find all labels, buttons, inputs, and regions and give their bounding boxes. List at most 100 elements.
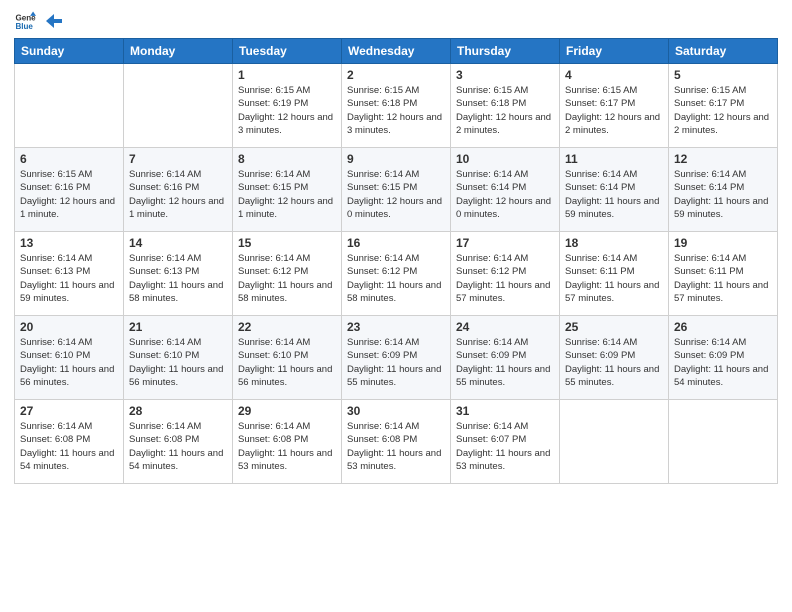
calendar-header: SundayMondayTuesdayWednesdayThursdayFrid… <box>15 39 778 64</box>
day-cell: 28 Sunrise: 6:14 AM Sunset: 6:08 PM Dayli… <box>124 400 233 484</box>
day-info: Sunrise: 6:14 AM Sunset: 6:08 PM Dayligh… <box>238 420 336 473</box>
day-number: 30 <box>347 404 445 418</box>
calendar-table: SundayMondayTuesdayWednesdayThursdayFrid… <box>14 38 778 484</box>
day-cell: 22 Sunrise: 6:14 AM Sunset: 6:10 PM Dayli… <box>233 316 342 400</box>
day-cell: 31 Sunrise: 6:14 AM Sunset: 6:07 PM Dayli… <box>451 400 560 484</box>
day-cell: 7 Sunrise: 6:14 AM Sunset: 6:16 PM Daylig… <box>124 148 233 232</box>
day-info: Sunrise: 6:14 AM Sunset: 6:07 PM Dayligh… <box>456 420 554 473</box>
day-info: Sunrise: 6:15 AM Sunset: 6:17 PM Dayligh… <box>565 84 663 137</box>
day-info: Sunrise: 6:14 AM Sunset: 6:13 PM Dayligh… <box>20 252 118 305</box>
day-cell: 26 Sunrise: 6:14 AM Sunset: 6:09 PM Dayli… <box>669 316 778 400</box>
day-info: Sunrise: 6:14 AM Sunset: 6:12 PM Dayligh… <box>456 252 554 305</box>
day-cell: 4 Sunrise: 6:15 AM Sunset: 6:17 PM Daylig… <box>560 64 669 148</box>
day-number: 2 <box>347 68 445 82</box>
day-info: Sunrise: 6:14 AM Sunset: 6:13 PM Dayligh… <box>129 252 227 305</box>
day-cell <box>15 64 124 148</box>
header: General Blue <box>14 10 778 32</box>
day-number: 4 <box>565 68 663 82</box>
day-info: Sunrise: 6:14 AM Sunset: 6:15 PM Dayligh… <box>347 168 445 221</box>
day-number: 16 <box>347 236 445 250</box>
day-cell: 25 Sunrise: 6:14 AM Sunset: 6:09 PM Dayli… <box>560 316 669 400</box>
day-cell <box>669 400 778 484</box>
day-number: 25 <box>565 320 663 334</box>
day-info: Sunrise: 6:14 AM Sunset: 6:10 PM Dayligh… <box>20 336 118 389</box>
day-info: Sunrise: 6:15 AM Sunset: 6:18 PM Dayligh… <box>456 84 554 137</box>
day-number: 14 <box>129 236 227 250</box>
day-number: 8 <box>238 152 336 166</box>
header-day-wednesday: Wednesday <box>342 39 451 64</box>
day-cell: 20 Sunrise: 6:14 AM Sunset: 6:10 PM Dayli… <box>15 316 124 400</box>
header-day-monday: Monday <box>124 39 233 64</box>
day-cell <box>560 400 669 484</box>
day-number: 12 <box>674 152 772 166</box>
day-cell: 1 Sunrise: 6:15 AM Sunset: 6:19 PM Daylig… <box>233 64 342 148</box>
day-number: 20 <box>20 320 118 334</box>
day-number: 31 <box>456 404 554 418</box>
day-number: 1 <box>238 68 336 82</box>
day-number: 24 <box>456 320 554 334</box>
page-container: General Blue SundayMondayTuesdayWednesda… <box>0 0 792 612</box>
week-row-4: 20 Sunrise: 6:14 AM Sunset: 6:10 PM Dayli… <box>15 316 778 400</box>
calendar-body: 1 Sunrise: 6:15 AM Sunset: 6:19 PM Daylig… <box>15 64 778 484</box>
day-cell: 14 Sunrise: 6:14 AM Sunset: 6:13 PM Dayli… <box>124 232 233 316</box>
day-number: 22 <box>238 320 336 334</box>
logo-icon: General Blue <box>14 10 36 32</box>
day-number: 9 <box>347 152 445 166</box>
day-info: Sunrise: 6:14 AM Sunset: 6:12 PM Dayligh… <box>347 252 445 305</box>
header-row: SundayMondayTuesdayWednesdayThursdayFrid… <box>15 39 778 64</box>
day-number: 26 <box>674 320 772 334</box>
day-info: Sunrise: 6:14 AM Sunset: 6:10 PM Dayligh… <box>238 336 336 389</box>
day-info: Sunrise: 6:14 AM Sunset: 6:09 PM Dayligh… <box>565 336 663 389</box>
day-info: Sunrise: 6:15 AM Sunset: 6:17 PM Dayligh… <box>674 84 772 137</box>
day-cell: 27Sunrise: 6:14 AM Sunset: 6:08 PM Dayli… <box>15 400 124 484</box>
day-number: 28 <box>129 404 227 418</box>
week-row-3: 13 Sunrise: 6:14 AM Sunset: 6:13 PM Dayli… <box>15 232 778 316</box>
day-info: Sunrise: 6:14 AM Sunset: 6:11 PM Dayligh… <box>674 252 772 305</box>
day-info: Sunrise: 6:15 AM Sunset: 6:18 PM Dayligh… <box>347 84 445 137</box>
day-cell: 19 Sunrise: 6:14 AM Sunset: 6:11 PM Dayli… <box>669 232 778 316</box>
day-number: 5 <box>674 68 772 82</box>
day-info: Sunrise: 6:14 AM Sunset: 6:15 PM Dayligh… <box>238 168 336 221</box>
day-cell: 29 Sunrise: 6:14 AM Sunset: 6:08 PM Dayli… <box>233 400 342 484</box>
day-cell: 21Sunrise: 6:14 AM Sunset: 6:10 PM Dayli… <box>124 316 233 400</box>
day-cell: 5 Sunrise: 6:15 AM Sunset: 6:17 PM Daylig… <box>669 64 778 148</box>
day-info: Sunrise: 6:14 AM Sunset: 6:08 PM Dayligh… <box>20 420 118 473</box>
day-info: Sunrise: 6:14 AM Sunset: 6:09 PM Dayligh… <box>456 336 554 389</box>
day-number: 17 <box>456 236 554 250</box>
day-info: Sunrise: 6:14 AM Sunset: 6:14 PM Dayligh… <box>456 168 554 221</box>
day-cell: 16 Sunrise: 6:14 AM Sunset: 6:12 PM Dayli… <box>342 232 451 316</box>
day-cell: 30 Sunrise: 6:14 AM Sunset: 6:08 PM Dayli… <box>342 400 451 484</box>
day-cell: 24 Sunrise: 6:14 AM Sunset: 6:09 PM Dayli… <box>451 316 560 400</box>
day-info: Sunrise: 6:14 AM Sunset: 6:08 PM Dayligh… <box>347 420 445 473</box>
day-number: 15 <box>238 236 336 250</box>
day-cell: 15Sunrise: 6:14 AM Sunset: 6:12 PM Dayli… <box>233 232 342 316</box>
header-day-tuesday: Tuesday <box>233 39 342 64</box>
day-info: Sunrise: 6:14 AM Sunset: 6:09 PM Dayligh… <box>347 336 445 389</box>
svg-text:Blue: Blue <box>15 22 33 31</box>
day-info: Sunrise: 6:14 AM Sunset: 6:16 PM Dayligh… <box>129 168 227 221</box>
day-cell: 18 Sunrise: 6:14 AM Sunset: 6:11 PM Dayli… <box>560 232 669 316</box>
logo-arrow-icon <box>44 12 62 30</box>
header-day-friday: Friday <box>560 39 669 64</box>
week-row-2: 6Sunrise: 6:15 AM Sunset: 6:16 PM Daylig… <box>15 148 778 232</box>
day-cell <box>124 64 233 148</box>
day-cell: 17 Sunrise: 6:14 AM Sunset: 6:12 PM Dayli… <box>451 232 560 316</box>
week-row-5: 27Sunrise: 6:14 AM Sunset: 6:08 PM Dayli… <box>15 400 778 484</box>
day-info: Sunrise: 6:15 AM Sunset: 6:19 PM Dayligh… <box>238 84 336 137</box>
day-cell: 13 Sunrise: 6:14 AM Sunset: 6:13 PM Dayli… <box>15 232 124 316</box>
day-info: Sunrise: 6:15 AM Sunset: 6:16 PM Dayligh… <box>20 168 118 221</box>
day-cell: 8 Sunrise: 6:14 AM Sunset: 6:15 PM Daylig… <box>233 148 342 232</box>
day-info: Sunrise: 6:14 AM Sunset: 6:09 PM Dayligh… <box>674 336 772 389</box>
day-info: Sunrise: 6:14 AM Sunset: 6:11 PM Dayligh… <box>565 252 663 305</box>
day-number: 7 <box>129 152 227 166</box>
day-number: 19 <box>674 236 772 250</box>
day-number: 29 <box>238 404 336 418</box>
week-row-1: 1 Sunrise: 6:15 AM Sunset: 6:19 PM Daylig… <box>15 64 778 148</box>
day-cell: 6Sunrise: 6:15 AM Sunset: 6:16 PM Daylig… <box>15 148 124 232</box>
day-number: 11 <box>565 152 663 166</box>
day-info: Sunrise: 6:14 AM Sunset: 6:14 PM Dayligh… <box>674 168 772 221</box>
day-number: 13 <box>20 236 118 250</box>
day-number: 18 <box>565 236 663 250</box>
day-info: Sunrise: 6:14 AM Sunset: 6:08 PM Dayligh… <box>129 420 227 473</box>
day-cell: 23Sunrise: 6:14 AM Sunset: 6:09 PM Dayli… <box>342 316 451 400</box>
